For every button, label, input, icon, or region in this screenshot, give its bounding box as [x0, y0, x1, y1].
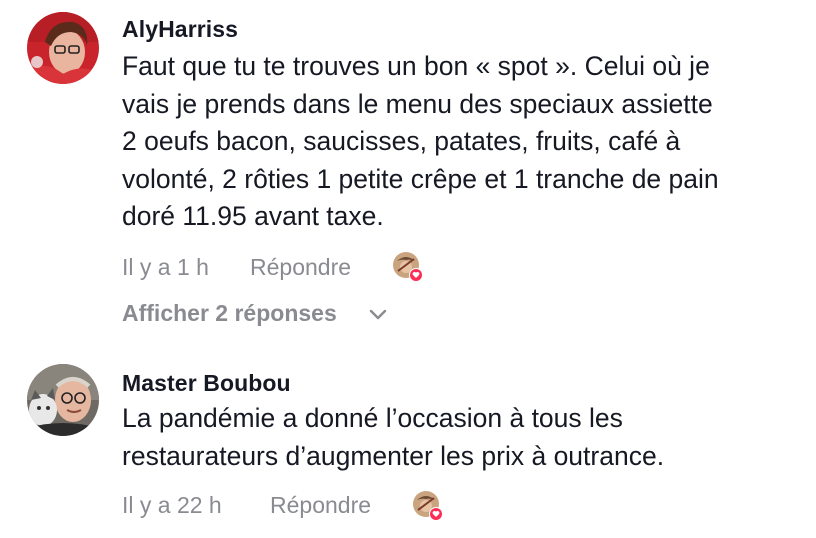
username[interactable]: AlyHarriss: [122, 16, 238, 43]
comment-line: restaurateurs d’augmenter les prix à out…: [122, 440, 665, 471]
username[interactable]: Master Boubou: [122, 370, 291, 397]
show-replies-label: Afficher 2 réponses: [122, 300, 337, 326]
chevron-down-icon[interactable]: [369, 309, 387, 321]
avatar[interactable]: [27, 364, 99, 436]
comment-line: vais je prends dans le menu des speciaux…: [122, 88, 713, 119]
comment-item: AlyHarriss Faut que tu te trouves un bon…: [0, 0, 816, 340]
comment-line: 2 oeufs bacon, saucisses, patates, fruit…: [122, 126, 681, 156]
comment-item: Master Boubou La pandémie a donné l’occa…: [0, 350, 816, 538]
comment-timestamp: Il y a 22 h: [122, 492, 222, 518]
comment-line: doré 11.95 avant taxe.: [122, 201, 384, 231]
comment-line: La pandémie a donné l’occasion à tous le…: [122, 403, 623, 433]
avatar[interactable]: [27, 12, 99, 84]
comment-text: La pandémie a donné l’occasion à tous le…: [122, 400, 812, 475]
comment-line: Faut que tu te trouves un bon « spot ». …: [122, 51, 710, 81]
comment-line: volonté, 2 rôties 1 petite crêpe et 1 tr…: [122, 163, 719, 194]
comment-text: Faut que tu te trouves un bon « spot ». …: [122, 48, 812, 236]
reply-button[interactable]: Répondre: [270, 492, 371, 519]
creator-avatar-with-heart-icon: [412, 490, 443, 521]
show-replies-button[interactable]: Afficher 2 réponses: [122, 300, 337, 327]
comment-timestamp: Il y a 1 h: [122, 254, 209, 280]
creator-avatar-with-heart-icon: [392, 251, 423, 282]
reply-button[interactable]: Répondre: [250, 254, 351, 281]
